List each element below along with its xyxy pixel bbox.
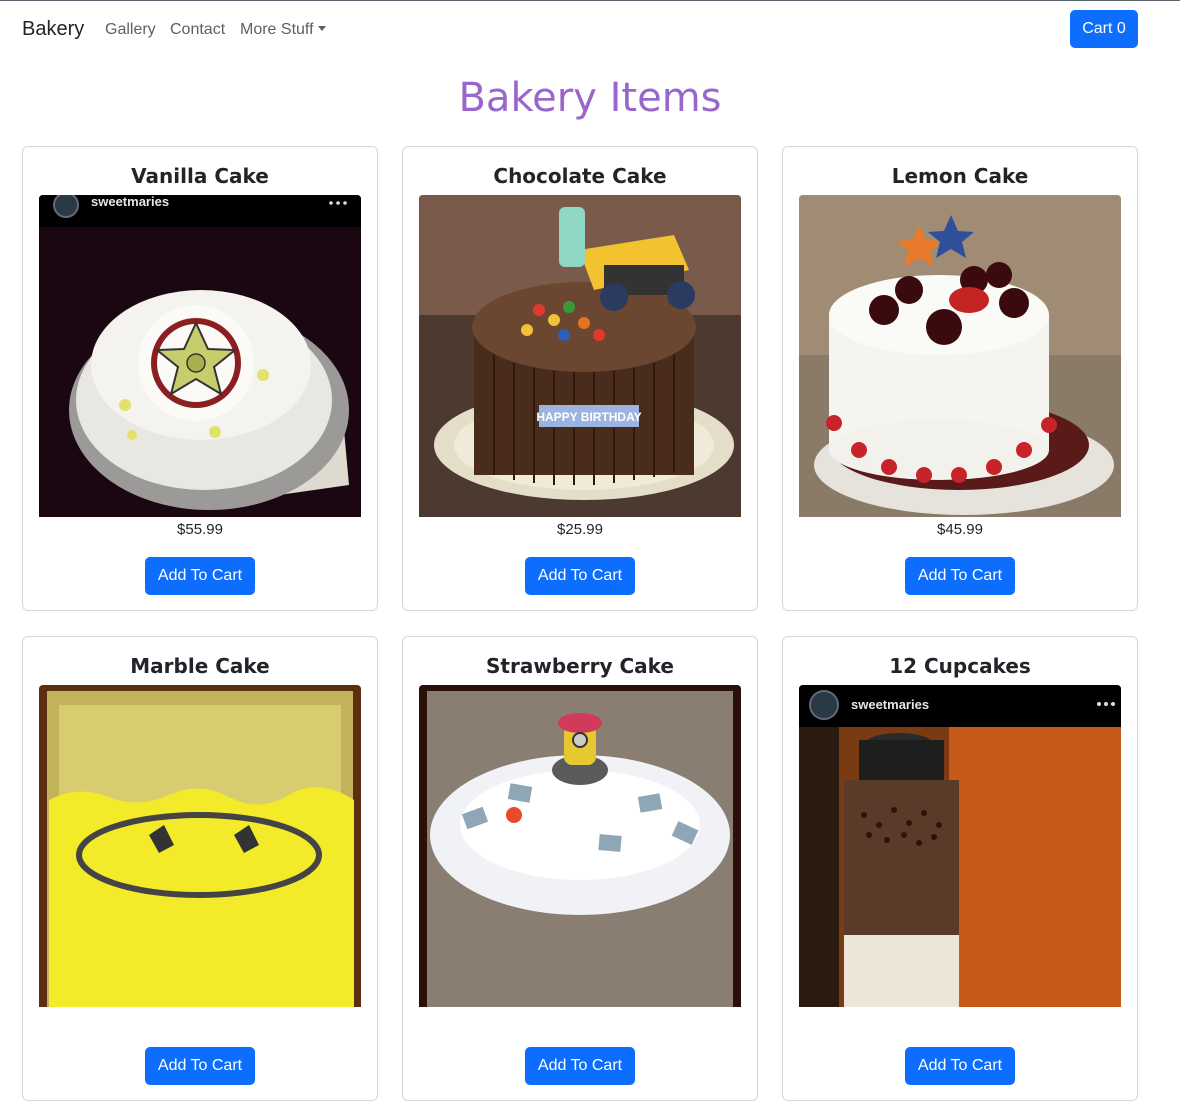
product-image [799,195,1121,517]
cart-button[interactable]: Cart 0 [1070,10,1138,48]
nav-link-gallery[interactable]: Gallery [105,21,156,39]
add-to-cart-button[interactable]: Add To Cart [145,1047,255,1085]
product-image: sweetmaries [39,195,361,517]
navbar: Bakery Gallery Contact More Stuff Cart 0 [0,1,1180,59]
product-title: Marble Cake [130,654,270,678]
product-card-strawberry-cake: Strawberry Cake Add To Cart [402,636,758,1101]
product-price: $25.99 [557,521,603,538]
add-to-cart-button[interactable]: Add To Cart [525,557,635,595]
add-to-cart-button[interactable]: Add To Cart [905,1047,1015,1085]
instagram-username: sweetmaries [91,195,169,209]
product-title: Lemon Cake [891,164,1029,188]
product-title: Vanilla Cake [131,164,269,188]
nav-dropdown-more-stuff[interactable]: More Stuff [240,21,326,39]
instagram-username: sweetmaries [851,697,929,712]
product-card-vanilla-cake: Vanilla Cake sweetmaries $55.99 Add To C… [22,146,378,611]
nav-link-contact[interactable]: Contact [170,21,225,39]
product-card-marble-cake: Marble Cake Add To Cart [22,636,378,1101]
add-to-cart-button[interactable]: Add To Cart [525,1047,635,1085]
product-price: $55.99 [177,521,223,538]
add-to-cart-button[interactable]: Add To Cart [905,557,1015,595]
add-to-cart-button[interactable]: Add To Cart [145,557,255,595]
caret-down-icon [317,26,326,31]
product-image [419,685,741,1007]
dropdown-label: More Stuff [240,21,314,38]
page-title: Bakery Items [458,75,722,121]
product-title: Chocolate Cake [493,164,667,188]
product-image: sweetmaries [799,685,1121,1007]
product-card-lemon-cake: Lemon Cake $45.99 Add To Cart [782,146,1138,611]
product-title: 12 Cupcakes [889,654,1031,678]
product-price: $45.99 [937,521,983,538]
product-card-chocolate-cake: Chocolate Cake HAPPY BIRTHDAY $25.99 Add… [402,146,758,611]
product-card-12-cupcakes: 12 Cupcakes sweetmaries Add To Cart [782,636,1138,1101]
product-image [39,685,361,1007]
brand-link[interactable]: Bakery [22,18,84,41]
cake-lettering: HAPPY BIRTHDAY [536,410,641,424]
product-title: Strawberry Cake [486,654,674,678]
product-image: HAPPY BIRTHDAY [419,195,741,517]
